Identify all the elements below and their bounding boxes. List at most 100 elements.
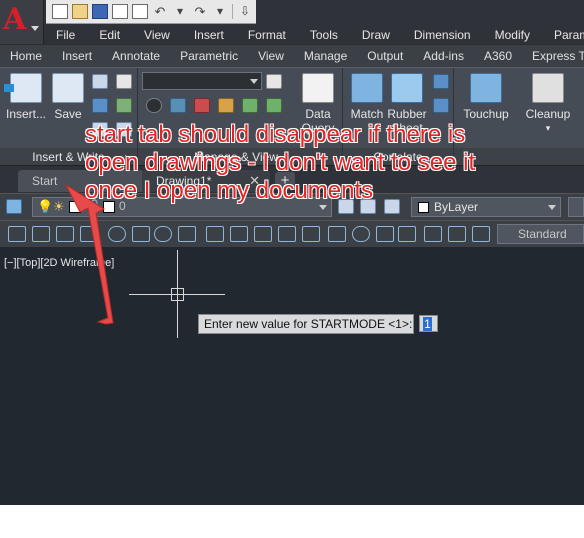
quick-access-toolbar: ↶ ▾ ↷ ▾ ⇩ <box>46 0 256 24</box>
dimension-break-icon[interactable] <box>302 226 320 242</box>
radius-icon[interactable] <box>108 226 126 242</box>
annotation-text: start tab should disappear if there is o… <box>85 121 476 204</box>
menu-file[interactable]: File <box>44 28 87 42</box>
dimension-space-icon[interactable] <box>278 226 296 242</box>
table-icon[interactable] <box>266 74 282 89</box>
menu-insert[interactable]: Insert <box>182 28 236 42</box>
tab-annotate[interactable]: Annotate <box>102 49 170 63</box>
cleanup-button[interactable]: Cleanup ▾ <box>520 73 576 143</box>
cleanup-dropdown-icon[interactable]: ▾ <box>520 121 576 135</box>
menu-modify[interactable]: Modify <box>483 28 542 42</box>
dimension-toolbar: Standard <box>0 220 584 247</box>
tab-express-tools[interactable]: Express To <box>522 49 584 63</box>
correlate-line-icon[interactable] <box>433 98 449 113</box>
dimension-update-icon[interactable] <box>472 226 490 242</box>
undo-dropdown-icon[interactable]: ▾ <box>172 4 188 19</box>
diameter-icon[interactable] <box>154 226 172 242</box>
insert-button[interactable]: Insert... <box>4 73 48 143</box>
attach-icon[interactable] <box>116 74 132 89</box>
menu-view[interactable]: View <box>132 28 182 42</box>
aligned-dimension-icon[interactable] <box>32 226 50 242</box>
layer-walk-icon[interactable] <box>242 98 258 113</box>
tab-view[interactable]: View <box>248 49 294 63</box>
baseline-icon[interactable] <box>230 226 248 242</box>
angular-icon[interactable] <box>178 226 196 242</box>
dimension-text-edit-icon[interactable] <box>448 226 466 242</box>
center-mark-icon[interactable] <box>352 226 370 242</box>
linetype-dropdown[interactable] <box>568 197 584 217</box>
tab-insert[interactable]: Insert <box>52 49 102 63</box>
correlate-point-icon[interactable] <box>433 74 449 89</box>
match-layer-icon[interactable] <box>218 98 234 113</box>
globe-icon[interactable] <box>116 98 132 113</box>
tab-manage[interactable]: Manage <box>294 49 357 63</box>
open-file-icon[interactable] <box>72 4 88 19</box>
color-swatch-icon <box>69 201 81 213</box>
ordinate-icon[interactable] <box>80 226 98 242</box>
layer-isolate-icon[interactable] <box>266 98 282 113</box>
layer-state-icon[interactable] <box>170 98 186 113</box>
viewport-controls[interactable]: [−][Top][2D Wireframe] <box>4 257 114 269</box>
tab-home[interactable]: Home <box>0 49 52 63</box>
share-icon[interactable]: ⇩ <box>237 4 253 19</box>
tab-output[interactable]: Output <box>357 49 413 63</box>
menu-draw[interactable]: Draw <box>350 28 402 42</box>
quick-dimension-icon[interactable] <box>206 226 224 242</box>
dimension-style-dropdown[interactable]: Standard <box>497 224 584 244</box>
autocad-logo-icon: A <box>3 2 27 37</box>
layer-properties-icon[interactable] <box>6 199 22 214</box>
linear-dimension-icon[interactable] <box>8 226 26 242</box>
touchup-icon <box>470 73 502 103</box>
tab-parametric[interactable]: Parametric <box>170 49 248 63</box>
ribbon-tab-bar: Home Insert Annotate Parametric View Man… <box>0 44 584 67</box>
data-query-icon <box>302 73 334 103</box>
export-icon[interactable] <box>92 98 108 113</box>
match-button-label: Match <box>350 107 384 121</box>
save-as-icon[interactable] <box>112 4 128 19</box>
menu-format[interactable]: Format <box>236 28 298 42</box>
save-icon[interactable] <box>92 4 108 19</box>
insert-button-label: Insert... <box>5 107 46 121</box>
zoom-icon[interactable] <box>146 98 162 113</box>
menu-tools[interactable]: Tools <box>298 28 350 42</box>
crosshair-pickbox <box>171 288 184 301</box>
chevron-down-icon <box>250 79 258 84</box>
application-menu-button[interactable]: A <box>0 0 44 44</box>
menu-dimension[interactable]: Dimension <box>402 28 483 42</box>
tab-a360[interactable]: A360 <box>474 49 522 63</box>
drawing-canvas[interactable]: [−][Top][2D Wireframe] Enter new value f… <box>0 247 584 505</box>
rubber-sheet-icon <box>391 73 423 103</box>
cleanup-label: Cleanup <box>525 107 571 121</box>
save-drawing-icon <box>52 73 84 103</box>
qat-divider <box>232 4 233 19</box>
save-button-label: Save <box>54 107 82 121</box>
chevron-down-icon <box>548 205 556 210</box>
jogged-icon[interactable] <box>132 226 150 242</box>
dimension-edit-icon[interactable] <box>424 226 442 242</box>
chevron-down-icon <box>31 26 39 31</box>
command-input-value: 1 <box>423 317 432 331</box>
jogged-linear-icon[interactable] <box>398 226 416 242</box>
save-button[interactable]: Save <box>46 73 90 143</box>
cleanup-icon <box>532 73 564 103</box>
arc-length-icon[interactable] <box>56 226 74 242</box>
command-prompt: Enter new value for STARTMODE <1>: <box>198 314 414 334</box>
redo-dropdown-icon[interactable]: ▾ <box>212 4 228 19</box>
new-file-icon[interactable] <box>52 4 68 19</box>
print-icon[interactable] <box>132 4 148 19</box>
tolerance-icon[interactable] <box>328 226 346 242</box>
raster-image-icon[interactable] <box>92 74 108 89</box>
menu-edit[interactable]: Edit <box>87 28 132 42</box>
rubber-sheet-label-1: Rubber <box>387 107 427 121</box>
chevron-down-icon <box>319 205 327 210</box>
redo-icon[interactable]: ↷ <box>192 4 208 19</box>
menu-parametric[interactable]: Param <box>542 28 584 42</box>
continue-icon[interactable] <box>254 226 272 242</box>
undo-icon[interactable]: ↶ <box>152 4 168 19</box>
insert-block-icon <box>4 73 42 103</box>
layer-off-icon[interactable] <box>194 98 210 113</box>
view-dropdown[interactable] <box>142 72 262 90</box>
tab-add-ins[interactable]: Add-ins <box>413 49 474 63</box>
inspect-icon[interactable] <box>376 226 394 242</box>
command-input[interactable]: 1 <box>419 315 438 332</box>
